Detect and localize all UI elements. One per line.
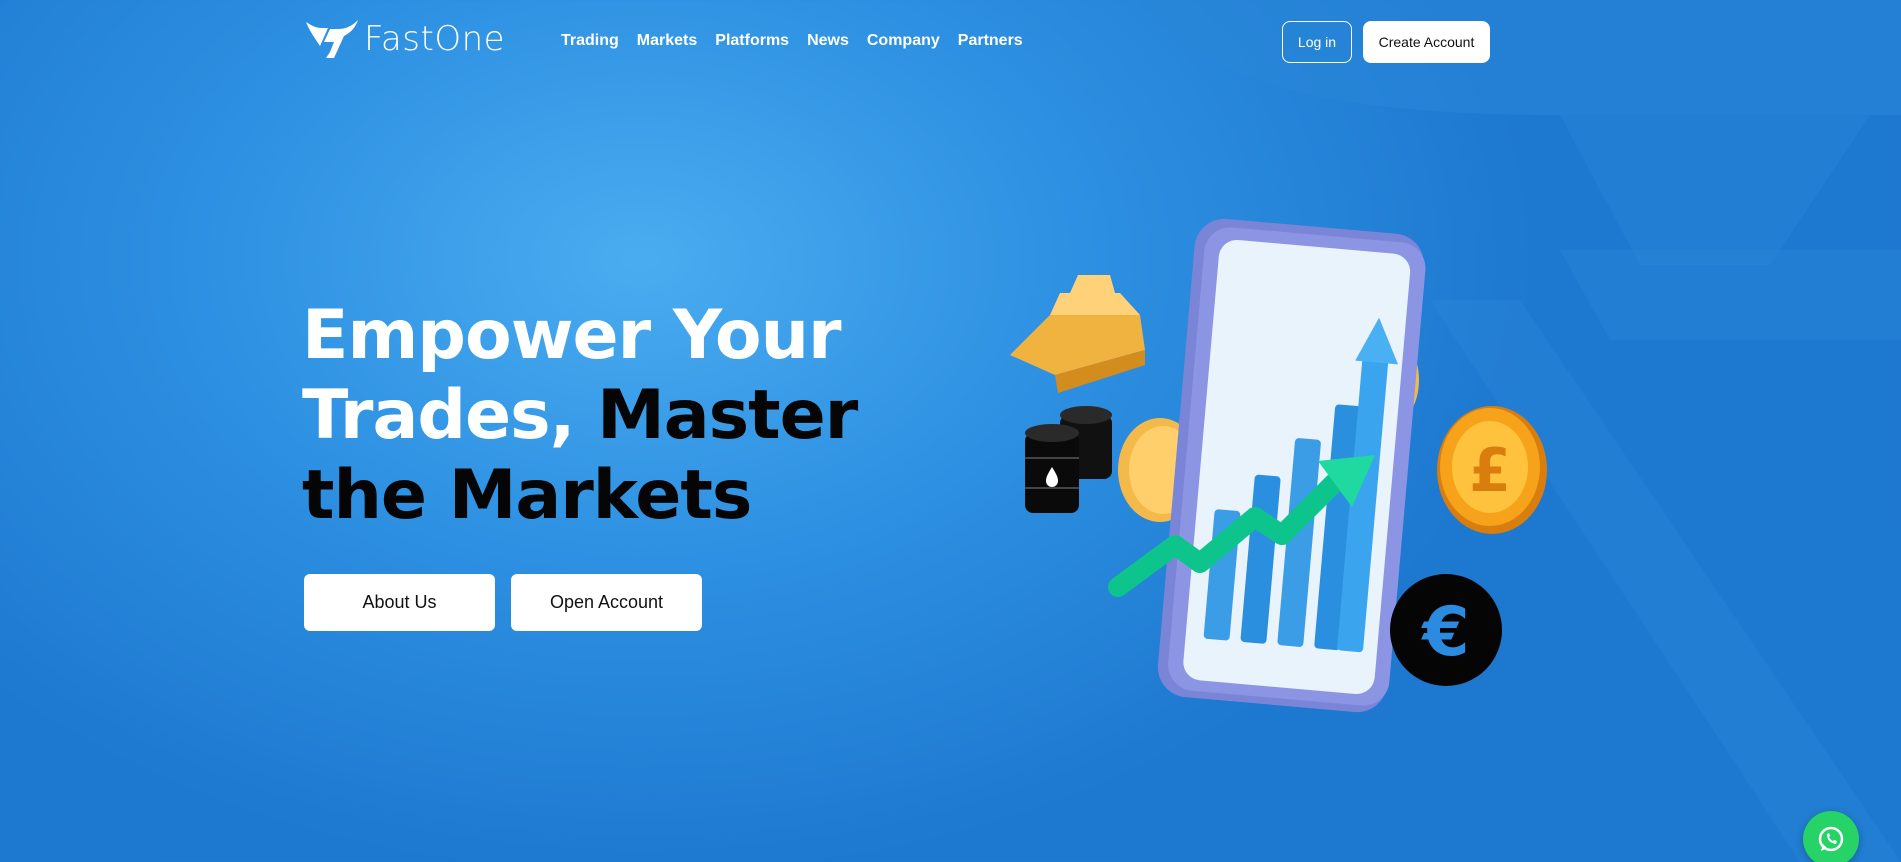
hero-illustration: £ € xyxy=(1010,218,1547,713)
pound-coin-icon: £ xyxy=(1437,406,1547,534)
site-header: FastOne Trading Markets Platforms News C… xyxy=(0,0,1901,84)
hero-buttons: About Us Open Account xyxy=(304,574,702,631)
hero-title-trades: Trades, xyxy=(302,376,598,455)
hero-title-line-3: the Markets xyxy=(302,456,922,536)
hero-title-master: Master xyxy=(597,376,858,455)
hero-title-line-2: Trades, Master xyxy=(302,376,922,456)
hero-title: Empower Your Trades, Master the Markets xyxy=(302,296,922,536)
nav-markets[interactable]: Markets xyxy=(637,30,697,52)
login-button[interactable]: Log in xyxy=(1282,21,1352,63)
bull-horns-logo-icon xyxy=(306,20,358,58)
brand-name: FastOne xyxy=(364,19,506,59)
create-account-button[interactable]: Create Account xyxy=(1363,21,1490,63)
hero-title-line-1: Empower Your xyxy=(302,296,842,375)
about-us-button[interactable]: About Us xyxy=(304,574,495,631)
nav-news[interactable]: News xyxy=(807,30,849,52)
brand-logo[interactable]: FastOne xyxy=(304,18,505,60)
euro-symbol: € xyxy=(1420,593,1469,672)
euro-coin-icon: € xyxy=(1390,574,1502,686)
hero-title-markets: Markets xyxy=(426,456,753,535)
nav-company[interactable]: Company xyxy=(867,30,940,52)
background-decoration xyxy=(1140,0,1901,862)
whatsapp-chat-button[interactable] xyxy=(1803,811,1859,862)
gold-bar-icon xyxy=(1010,275,1145,393)
whatsapp-icon xyxy=(1818,826,1844,852)
pound-symbol: £ xyxy=(1469,436,1511,506)
nav-trading[interactable]: Trading xyxy=(561,30,619,52)
open-account-button[interactable]: Open Account xyxy=(511,574,702,631)
nav-partners[interactable]: Partners xyxy=(958,30,1023,52)
nav-platforms[interactable]: Platforms xyxy=(715,30,789,52)
main-nav: Trading Markets Platforms News Company P… xyxy=(561,30,1023,52)
oil-barrels-icon xyxy=(1025,406,1112,513)
hero-title-the: the xyxy=(302,456,427,535)
